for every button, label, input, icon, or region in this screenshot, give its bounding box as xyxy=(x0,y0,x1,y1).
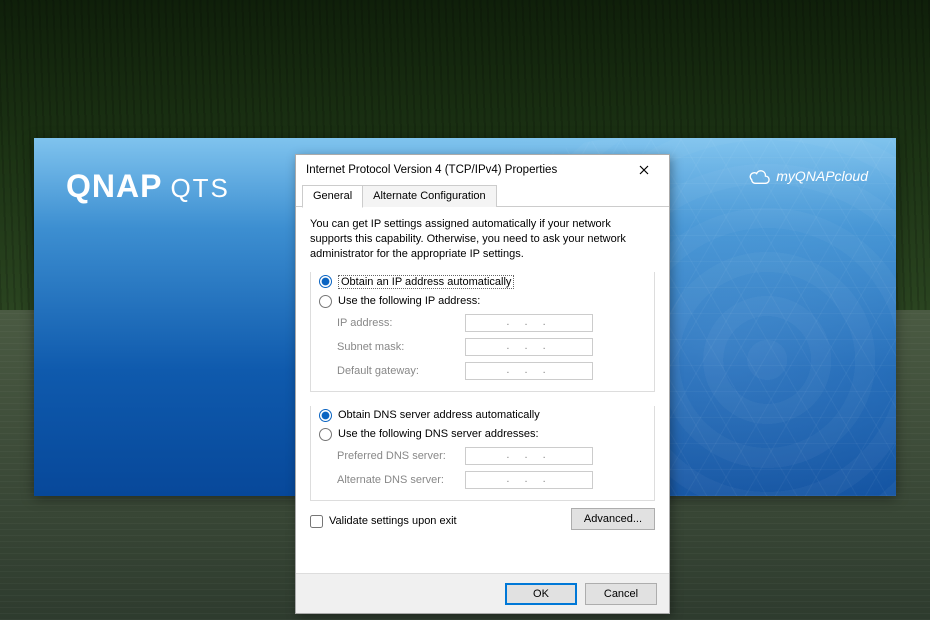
radio-ip-auto[interactable] xyxy=(319,275,332,288)
panel-general: You can get IP settings assigned automat… xyxy=(296,207,669,536)
intro-text: You can get IP settings assigned automat… xyxy=(310,217,655,262)
myqnapcloud-link[interactable]: myQNAPcloud xyxy=(748,168,868,184)
radio-ip-auto-label: Obtain an IP address automatically xyxy=(338,275,514,289)
ip-group: Obtain an IP address automatically Use t… xyxy=(310,272,655,392)
validate-checkbox[interactable] xyxy=(310,515,323,528)
tabstrip: General Alternate Configuration xyxy=(296,185,669,207)
titlebar[interactable]: Internet Protocol Version 4 (TCP/IPv4) P… xyxy=(296,155,669,185)
radio-ip-manual[interactable] xyxy=(319,295,332,308)
dialog-title: Internet Protocol Version 4 (TCP/IPv4) P… xyxy=(306,164,557,176)
preferred-dns-label: Preferred DNS server: xyxy=(337,450,455,462)
ok-button[interactable]: OK xyxy=(505,583,577,605)
dns-group: Obtain DNS server address automatically … xyxy=(310,406,655,501)
brand-block: QNAP QTS xyxy=(66,168,230,205)
default-gateway-label: Default gateway: xyxy=(337,365,455,377)
subnet-mask-input[interactable]: . . . xyxy=(465,338,593,356)
radio-dns-auto-label: Obtain DNS server address automatically xyxy=(338,409,540,421)
cancel-button[interactable]: Cancel xyxy=(585,583,657,605)
subnet-mask-label: Subnet mask: xyxy=(337,341,455,353)
close-button[interactable] xyxy=(625,158,663,182)
brand-minor-text: QTS xyxy=(170,173,229,204)
advanced-button[interactable]: Advanced... xyxy=(571,508,655,530)
radio-dns-manual-label: Use the following DNS server addresses: xyxy=(338,428,539,440)
default-gateway-input[interactable]: . . . xyxy=(465,362,593,380)
ip-address-label: IP address: xyxy=(337,317,455,329)
preferred-dns-input[interactable]: . . . xyxy=(465,447,593,465)
alternate-dns-input[interactable]: . . . xyxy=(465,471,593,489)
alternate-dns-label: Alternate DNS server: xyxy=(337,474,455,486)
brand-major-text: QNAP xyxy=(66,168,162,205)
ipv4-properties-dialog: Internet Protocol Version 4 (TCP/IPv4) P… xyxy=(295,154,670,614)
radio-ip-manual-label: Use the following IP address: xyxy=(338,295,480,307)
tab-general[interactable]: General xyxy=(302,185,363,208)
ip-address-input[interactable]: . . . xyxy=(465,314,593,332)
dialog-footer: OK Cancel xyxy=(296,573,669,613)
cloud-label: myQNAPcloud xyxy=(776,168,868,184)
cloud-icon xyxy=(748,168,770,184)
validate-label: Validate settings upon exit xyxy=(329,515,457,527)
radio-dns-manual[interactable] xyxy=(319,428,332,441)
radio-dns-auto[interactable] xyxy=(319,409,332,422)
tab-alternate-configuration[interactable]: Alternate Configuration xyxy=(362,185,497,207)
close-icon xyxy=(639,165,649,175)
